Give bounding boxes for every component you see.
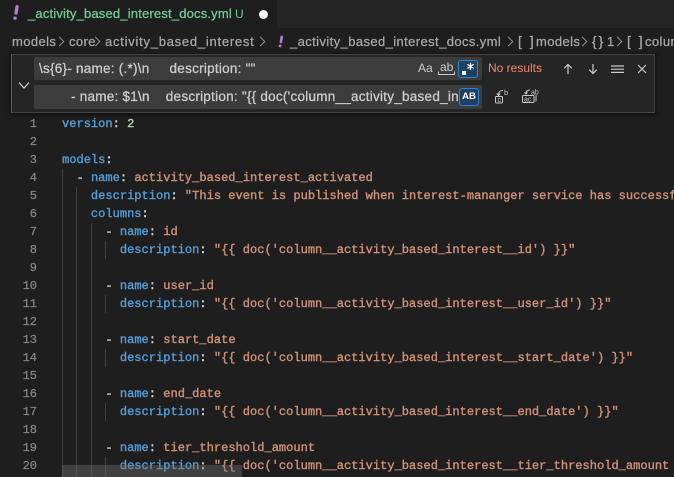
- svg-text:ab: ab: [440, 60, 454, 74]
- svg-text:ac: ac: [524, 97, 532, 104]
- svg-text:c: c: [498, 97, 502, 104]
- svg-text:b: b: [504, 88, 508, 97]
